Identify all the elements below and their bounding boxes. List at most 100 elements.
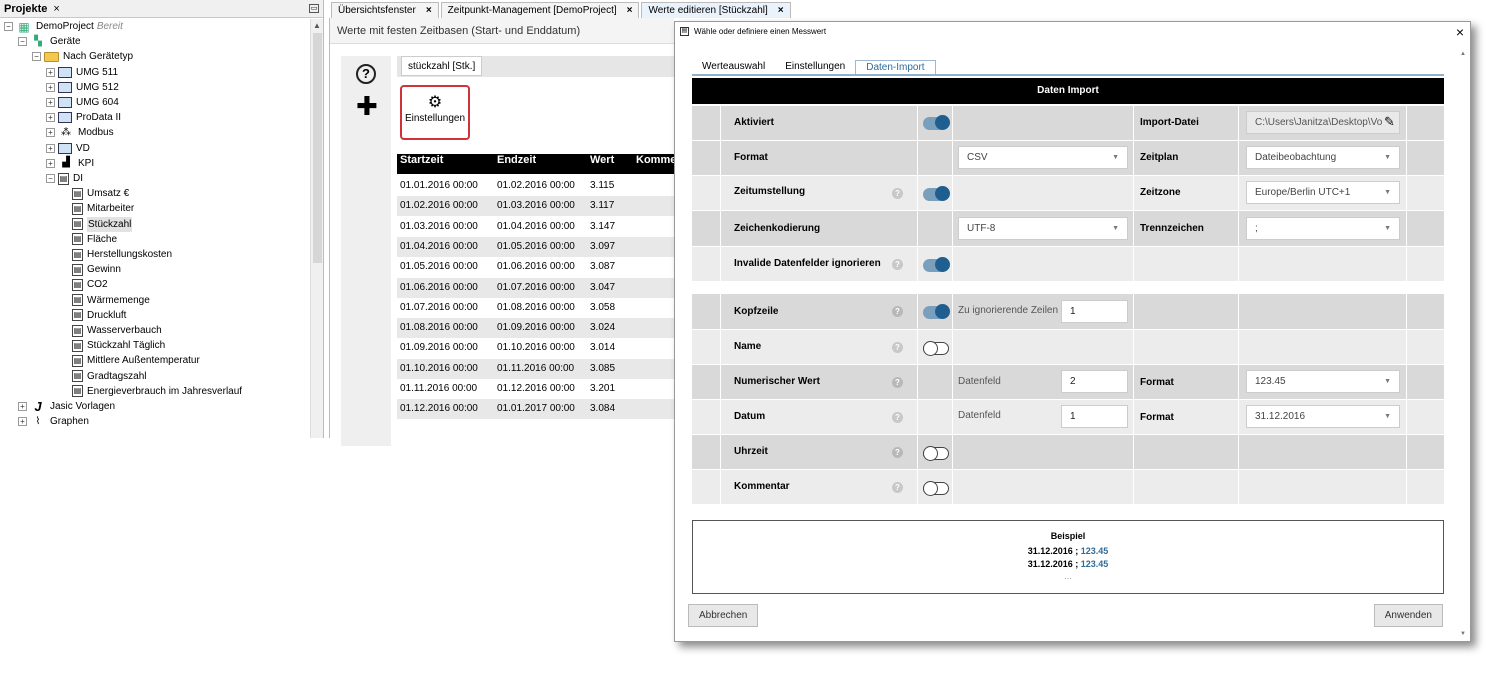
- table-row[interactable]: 01.05.2016 00:00 01.06.2016 00:00 3.087: [397, 257, 675, 277]
- expand-icon[interactable]: +: [46, 128, 55, 138]
- expand-icon[interactable]: +: [46, 82, 55, 92]
- tree-item[interactable]: − ▦ DemoProject Bereit: [4, 19, 123, 34]
- tree-item[interactable]: ▤ Umsatz €: [60, 186, 129, 201]
- tab-werteauswahl[interactable]: Werteauswahl: [692, 60, 775, 74]
- minimize-icon[interactable]: ▭: [309, 4, 319, 13]
- cancel-button[interactable]: Abbrechen: [688, 604, 759, 627]
- tree-item[interactable]: + ▟ KPI: [46, 156, 94, 171]
- help-icon[interactable]: ?: [356, 64, 376, 84]
- tree-item[interactable]: + VD: [46, 141, 90, 156]
- tree-item[interactable]: ▤ Gewinn: [60, 262, 121, 277]
- table-row[interactable]: 01.11.2016 00:00 01.12.2016 00:00 3.201: [397, 379, 675, 399]
- help-icon[interactable]: ?: [892, 447, 903, 458]
- column-header-endzeit[interactable]: Endzeit: [497, 154, 536, 166]
- dialog-scrollbar[interactable]: ▲ ▼: [1459, 43, 1469, 641]
- collapse-icon[interactable]: −: [4, 22, 13, 31]
- schedule-select[interactable]: Dateibeobachtung ▼: [1246, 146, 1400, 169]
- toggle-uhrzeit[interactable]: [923, 446, 949, 461]
- scroll-down-icon[interactable]: ▼: [1460, 631, 1466, 637]
- table-row[interactable]: 01.06.2016 00:00 01.07.2016 00:00 3.047: [397, 277, 675, 298]
- table-row[interactable]: 01.02.2016 00:00 01.03.2016 00:00 3.117: [397, 196, 675, 217]
- encoding-select[interactable]: UTF-8 ▼: [958, 217, 1128, 240]
- ignore-lines-input[interactable]: 1: [1061, 300, 1128, 323]
- separator-select[interactable]: ; ▼: [1246, 217, 1400, 240]
- help-icon[interactable]: ?: [892, 259, 903, 270]
- add-icon[interactable]: ✚: [356, 93, 378, 119]
- collapse-icon[interactable]: −: [46, 174, 55, 183]
- numeric-format-select[interactable]: 123.45 ▼: [1246, 370, 1400, 393]
- tree-item[interactable]: + UMG 511: [46, 65, 118, 80]
- toggle-aktiviert[interactable]: [923, 115, 950, 130]
- tree-item[interactable]: ▤ Herstellungskosten: [60, 247, 172, 262]
- scroll-up-icon[interactable]: ▲: [311, 19, 323, 32]
- table-row[interactable]: 01.10.2016 00:00 01.11.2016 00:00 3.085: [397, 358, 675, 379]
- toggle-zeitumstellung[interactable]: [923, 186, 950, 201]
- scroll-up-icon[interactable]: ▲: [1460, 51, 1466, 57]
- tree-item[interactable]: ▤ Gradtagszahl: [60, 369, 146, 384]
- tree-item[interactable]: ▤ Wasserverbauch: [60, 323, 162, 338]
- tab-einstellungen[interactable]: Einstellungen: [775, 60, 855, 74]
- tree-item[interactable]: + ⁂ Modbus: [46, 125, 114, 140]
- numeric-field-input[interactable]: 2: [1061, 370, 1128, 393]
- expand-icon[interactable]: +: [18, 402, 27, 411]
- tree-item[interactable]: + UMG 604: [46, 95, 119, 110]
- expand-icon[interactable]: +: [18, 417, 27, 427]
- help-icon[interactable]: ?: [892, 482, 903, 493]
- tree-item[interactable]: + ProData II: [46, 110, 121, 125]
- tab-uebersichtsfenster[interactable]: Übersichtsfenster ×: [331, 2, 439, 18]
- close-icon[interactable]: ×: [1456, 22, 1464, 42]
- timezone-select[interactable]: Europe/Berlin UTC+1 ▼: [1246, 181, 1400, 204]
- tree-item[interactable]: + ⌇ Graphen: [18, 414, 89, 429]
- toggle-name[interactable]: [923, 341, 949, 356]
- collapse-icon[interactable]: −: [32, 52, 41, 62]
- tab-daten-import[interactable]: Daten-Import: [855, 60, 936, 74]
- tree-item[interactable]: ▤ Fläche: [60, 232, 117, 247]
- expand-icon[interactable]: +: [46, 67, 55, 77]
- close-icon[interactable]: ×: [778, 3, 784, 18]
- tree-item[interactable]: ▤ Stückzahl Täglich: [60, 338, 165, 353]
- column-header-startzeit[interactable]: Startzeit: [400, 154, 443, 166]
- expand-icon[interactable]: +: [46, 113, 55, 123]
- table-row[interactable]: 01.07.2016 00:00 01.08.2016 00:00 3.058: [397, 298, 675, 318]
- tree-item[interactable]: ▤ Energieverbrauch im Jahresverlauf: [60, 384, 242, 399]
- close-icon[interactable]: ×: [53, 3, 59, 15]
- help-icon[interactable]: ?: [892, 412, 903, 423]
- close-icon[interactable]: ×: [426, 3, 432, 18]
- help-icon[interactable]: ?: [892, 306, 903, 317]
- tree-item[interactable]: ▤ Wärmemenge: [60, 293, 150, 308]
- tree-item[interactable]: ▤ Mittlere Außentemperatur: [60, 353, 200, 368]
- format-select[interactable]: CSV ▼: [958, 146, 1128, 169]
- toggle-kopfzeile[interactable]: [923, 304, 950, 319]
- date-format-select[interactable]: 31.12.2016 ▼: [1246, 405, 1400, 428]
- table-row[interactable]: 01.04.2016 00:00 01.05.2016 00:00 3.097: [397, 236, 675, 257]
- close-icon[interactable]: ×: [627, 3, 633, 18]
- tree-item[interactable]: − ▚ Geräte: [18, 34, 81, 49]
- tree-item[interactable]: ▤ Mitarbeiter: [60, 201, 134, 216]
- expand-icon[interactable]: +: [46, 158, 55, 168]
- table-row[interactable]: 01.03.2016 00:00 01.04.2016 00:00 3.147: [397, 217, 675, 237]
- tab-stueckzahl[interactable]: stückzahl [Stk.]: [401, 56, 483, 76]
- apply-button[interactable]: Anwenden: [1373, 604, 1443, 627]
- tree-item[interactable]: + J Jasic Vorlagen: [18, 399, 115, 414]
- table-row[interactable]: 01.09.2016 00:00 01.10.2016 00:00 3.014: [397, 338, 675, 358]
- help-icon[interactable]: ?: [892, 377, 903, 388]
- expand-icon[interactable]: +: [46, 143, 55, 153]
- toggle-kommentar[interactable]: [923, 481, 949, 496]
- tab-zeitpunkt-management[interactable]: Zeitpunkt-Management [DemoProject] ×: [440, 2, 640, 18]
- date-field-input[interactable]: 1: [1061, 405, 1128, 428]
- import-file-field[interactable]: C:\Users\Janitza\Desktop\Vo: [1246, 111, 1400, 134]
- scrollbar-thumb[interactable]: [313, 33, 322, 263]
- tree-item[interactable]: − Nach Gerätetyp: [32, 49, 133, 64]
- table-row[interactable]: 01.01.2016 00:00 01.02.2016 00:00 3.115: [397, 176, 675, 196]
- help-icon[interactable]: ?: [892, 342, 903, 353]
- tree-item[interactable]: + UMG 512: [46, 80, 119, 95]
- tree-scrollbar[interactable]: ▲: [310, 19, 323, 438]
- tree-item[interactable]: ▤ Druckluft: [60, 308, 126, 323]
- help-icon[interactable]: ?: [892, 188, 903, 199]
- column-header-kommentar[interactable]: Komme: [636, 154, 676, 166]
- tab-werte-editieren[interactable]: Werte editieren [Stückzahl] ×: [641, 2, 791, 18]
- tree-item[interactable]: ▤ CO2: [60, 277, 108, 292]
- edit-icon[interactable]: ✎: [1384, 114, 1395, 130]
- tree-item[interactable]: − ▤ DI: [46, 171, 83, 186]
- toggle-invalide[interactable]: [923, 257, 950, 272]
